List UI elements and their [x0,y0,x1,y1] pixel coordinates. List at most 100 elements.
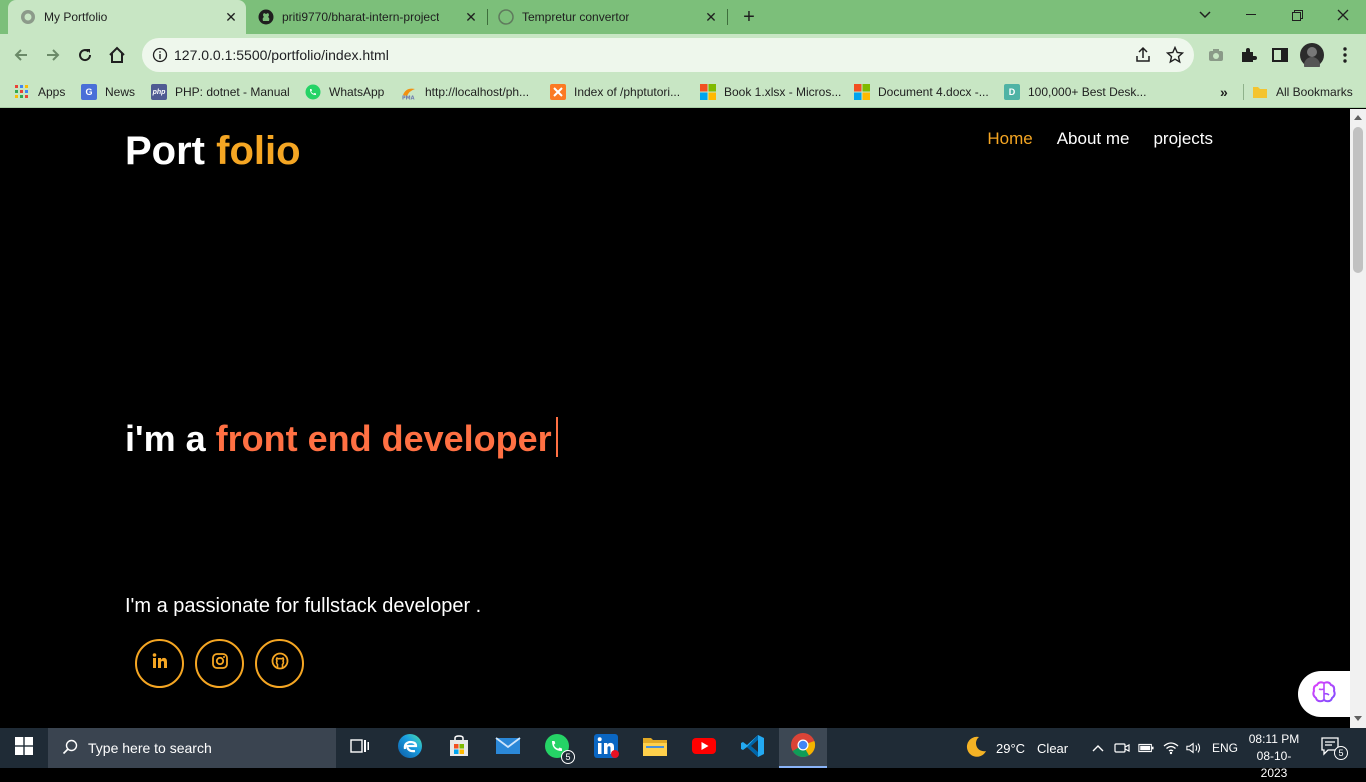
bookmarks-divider [1243,84,1244,100]
hero-prefix: i'm a [125,418,206,459]
extensions-icon[interactable] [1239,46,1257,64]
desktop-site-icon: D [1004,84,1020,100]
taskbar-search[interactable]: Type here to search [48,728,336,768]
nav-home[interactable]: Home [987,129,1032,149]
bookmark-document4-docx[interactable]: Document 4.docx -... [854,82,989,102]
tab-temperature-converter[interactable]: Tempretur convertor ✕ [488,0,726,34]
hero-heading: i'm a front end developer [125,417,558,460]
moon-icon [964,735,988,762]
chrome-menu-icon[interactable] [1336,46,1354,64]
site-logo[interactable]: Port folio [125,129,301,174]
back-button[interactable] [8,42,34,68]
bookmark-label: News [105,85,136,99]
bookmark-apps[interactable]: Apps [14,82,65,102]
bookmark-label: All Bookmarks [1276,85,1353,99]
minimize-window-button[interactable] [1228,0,1274,30]
nav-projects[interactable]: projects [1153,129,1213,149]
bookmark-book1-xlsx[interactable]: Book 1.xlsx - Micros... [700,82,841,102]
weather-widget[interactable]: 29°C Clear [964,728,1068,768]
taskbar-edge[interactable] [386,728,434,768]
scroll-down-arrow-icon[interactable] [1354,716,1362,721]
start-button[interactable] [0,728,48,768]
url-text[interactable]: 127.0.0.1:5500/portfolio/index.html [174,47,389,63]
input-language[interactable]: ENG [1212,741,1238,755]
task-view-button[interactable] [336,728,384,768]
linkedin-icon [151,652,169,675]
taskbar-vscode[interactable] [729,728,777,768]
action-center-button[interactable]: 5 [1320,736,1348,760]
bookmark-php-manual[interactable]: php PHP: dotnet - Manual [151,82,290,102]
logo-part-2: folio [216,129,301,173]
ai-assistant-button[interactable] [1298,671,1350,717]
social-links [135,639,304,688]
close-window-button[interactable] [1320,0,1366,30]
brain-icon [1311,679,1337,710]
typing-caret [555,417,558,457]
nav-about-me[interactable]: About me [1057,129,1130,149]
tab-my-portfolio[interactable]: My Portfolio ✕ [8,0,246,34]
bookmark-localhost[interactable]: PMA http://localhost/ph... [401,82,529,102]
volume-icon[interactable] [1186,740,1202,756]
tab-search-chevron-icon[interactable] [1182,0,1228,30]
taskbar-clock[interactable]: 08:11 PM 08-10-2023 [1244,731,1304,782]
scroll-up-arrow-icon[interactable] [1354,115,1362,120]
share-icon[interactable] [1134,46,1152,64]
linkedin-link[interactable] [135,639,184,688]
close-tab-icon[interactable]: ✕ [224,10,238,24]
news-icon: G [81,84,97,100]
restore-window-button[interactable] [1274,0,1320,30]
bookmark-star-icon[interactable] [1165,45,1185,64]
bookmark-whatsapp[interactable]: WhatsApp [305,82,384,102]
hero-typed-text: front end developer [215,418,552,459]
taskbar-linkedin[interactable] [582,728,630,768]
forward-button[interactable] [40,42,66,68]
bookmark-label: 100,000+ Best Desk... [1028,85,1147,99]
bookmark-index-phptutorial[interactable]: Index of /phptutori... [550,82,680,102]
taskbar-youtube[interactable] [680,728,728,768]
task-view-icon [350,737,370,760]
address-bar[interactable]: 127.0.0.1:5500/portfolio/index.html [142,38,1194,72]
reload-button[interactable] [72,42,98,68]
site-info-icon[interactable] [152,47,168,63]
taskbar-whatsapp[interactable]: 5 [533,728,581,768]
page-scrollbar[interactable] [1350,109,1366,728]
taskbar-microsoft-store[interactable] [435,728,483,768]
taskbar-file-explorer[interactable] [631,728,679,768]
browser-tab-strip: My Portfolio ✕ priti9770/bharat-intern-p… [0,0,1366,34]
close-tab-icon[interactable]: ✕ [464,10,478,24]
wifi-icon[interactable] [1163,740,1179,756]
bookmark-label: Apps [38,85,66,99]
youtube-icon [691,736,717,761]
github-link[interactable] [255,639,304,688]
tab-title: My Portfolio [44,10,108,24]
taskbar-mail[interactable] [484,728,532,768]
bookmark-label: http://localhost/ph... [425,85,530,99]
clock-time: 08:11 PM [1248,732,1300,746]
taskbar-chrome[interactable] [779,728,827,768]
bookmark-news[interactable]: G News [81,82,135,102]
more-bookmarks-chevron-icon[interactable]: » [1220,82,1228,102]
profile-avatar[interactable] [1300,43,1324,73]
windows-taskbar: Type here to search 5 29°C Clear ENG 08:… [0,728,1366,780]
all-bookmarks-folder[interactable]: All Bookmarks [1252,82,1353,102]
linkedin-icon [593,733,619,764]
show-hidden-icons-chevron-icon[interactable] [1090,740,1106,756]
scrollbar-thumb[interactable] [1353,127,1363,273]
instagram-link[interactable] [195,639,244,688]
new-tab-button[interactable]: + [738,6,760,28]
home-button[interactable] [104,42,130,68]
bookmark-best-desktop[interactable]: D 100,000+ Best Desk... [1004,82,1146,102]
side-panel-icon[interactable] [1271,46,1289,64]
store-icon [447,734,471,763]
bookmark-label: PHP: dotnet - Manual [175,85,290,99]
battery-icon[interactable] [1138,740,1154,756]
github-icon [258,9,274,25]
tab-title: priti9770/bharat-intern-project [282,10,440,24]
hero-tagline: I'm a passionate for fullstack developer… [125,595,482,617]
close-tab-icon[interactable]: ✕ [704,10,718,24]
weather-temp: 29°C [996,740,1026,756]
tab-github-project[interactable]: priti9770/bharat-intern-project ✕ [248,0,486,34]
logo-part-1: Port [125,129,205,173]
meet-now-icon[interactable] [1114,740,1130,756]
camera-icon[interactable] [1207,46,1225,64]
